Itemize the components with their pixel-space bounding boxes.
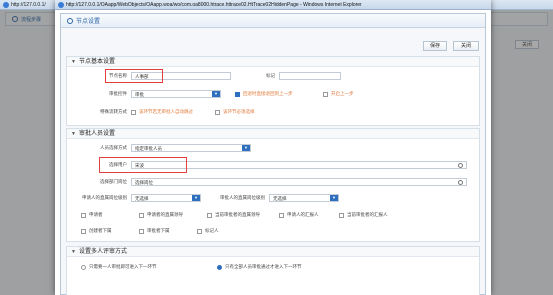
radio-all[interactable]: 只有全部人员审批通过才进入下一环节 [217,264,302,270]
popup-content: 节点设置 保存 关闭 ▼ 节点基本设置 节点名称 人事部 标记 审批控件 审批 ▼ … [60,13,486,295]
approver-settings-section: ▼ 审批人员设置 人员选择方式 指定审批人员 ▼ 选择用户 宋波 选择部门岗位 选择… [66,128,480,242]
special-flow-checkbox-1[interactable]: 该环节若无审批人自动跳过 [131,109,193,115]
special-flow-checkbox-2[interactable]: 该环节必须选择 [215,109,255,115]
basic-settings-section: ▼ 节点基本设置 节点名称 人事部 标记 审批控件 审批 ▼ 回退时直接退回到上一步… [66,56,480,126]
radio-any-one[interactable]: 只需要一人审批即可进入下一环节 [81,264,157,270]
mark-input[interactable] [279,72,341,80]
multi-review-section: ▼ 设置多人评审方式 只需要一人审批即可进入下一环节 只有全部人员审批通过才进入下… [66,246,480,295]
dropdown-icon: ▼ [330,195,338,201]
checkbox-approver-reporter[interactable]: 当前审批者的汇报人 [339,212,388,218]
close-button[interactable]: 关闭 [453,41,479,51]
apply-level-select[interactable]: 无选择 ▼ [131,194,201,202]
checkbox-approver-sub[interactable]: 审批者下属 [139,228,170,234]
background-title: http://127.0.0.1/ [11,1,46,8]
checkbox-applicant-reporter[interactable]: 申请人的汇报人 [279,212,319,218]
select-icon[interactable] [458,180,463,185]
select-dept-label: 选择部门岗位 [100,179,127,184]
approve-level-label: 审批人的直属岗位级别 [220,195,265,200]
return-prev-checkbox[interactable]: 回退时直接退回到上一步 [235,91,293,97]
checkbox-marker[interactable]: 标记人 [197,228,219,234]
special-flow-label: 特殊流转方式 [100,109,127,114]
apply-level-label: 申请人的直属岗位级别 [82,195,127,200]
checkbox-creator-sub[interactable]: 创建者下属 [81,228,112,234]
popup-header: 节点设置 [61,14,485,28]
mark-label: 标记 [266,73,275,78]
collapse-arrow-icon: ▼ [71,59,76,65]
checkbox-applicant-leader[interactable]: 申请者的直属领导 [139,212,183,218]
select-dept-input[interactable]: 选择岗位 [131,178,467,186]
dropdown-icon: ▼ [192,195,200,201]
dropdown-icon: ▼ [242,145,250,151]
save-button[interactable]: 保存 [423,41,447,51]
ie-icon [3,1,9,8]
ie-icon [58,1,64,8]
approve-control-label: 审批控件 [109,91,127,96]
popup-title: http://127.0.0.1/OAapp/WebObjects/OAapp.… [66,1,362,8]
approve-control-select[interactable]: 审批 ▼ [131,90,221,98]
popup-titlebar: http://127.0.0.1/OAapp/WebObjects/OAapp.… [55,0,491,10]
popup-window: http://127.0.0.1/OAapp/WebObjects/OAapp.… [55,0,491,295]
approver-type-label: 人员选择方式 [100,145,127,150]
popup-header-title: 节点设置 [76,19,101,25]
collapse-arrow-icon: ▼ [71,131,76,137]
collapse-arrow-icon: ▼ [71,249,76,255]
approve-level-select[interactable]: 无选择 ▼ [269,194,339,202]
highlight-box [99,157,187,173]
checkbox-applicant[interactable]: 申请者 [81,212,103,218]
checkbox-approver-leader[interactable]: 当前审批者的直属领导 [207,212,260,218]
section-title[interactable]: ▼ 设置多人评审方式 [67,247,479,257]
highlight-box [105,69,163,83]
dropdown-icon: ▼ [212,91,220,97]
prev-step-checkbox[interactable]: 开启上一步 [323,91,354,97]
approver-type-select[interactable]: 指定审批人员 ▼ [131,144,251,152]
settings-icon [67,17,73,24]
select-icon[interactable] [458,163,463,168]
section-title[interactable]: ▼ 审批人员设置 [67,129,479,139]
section-title[interactable]: ▼ 节点基本设置 [67,57,479,67]
